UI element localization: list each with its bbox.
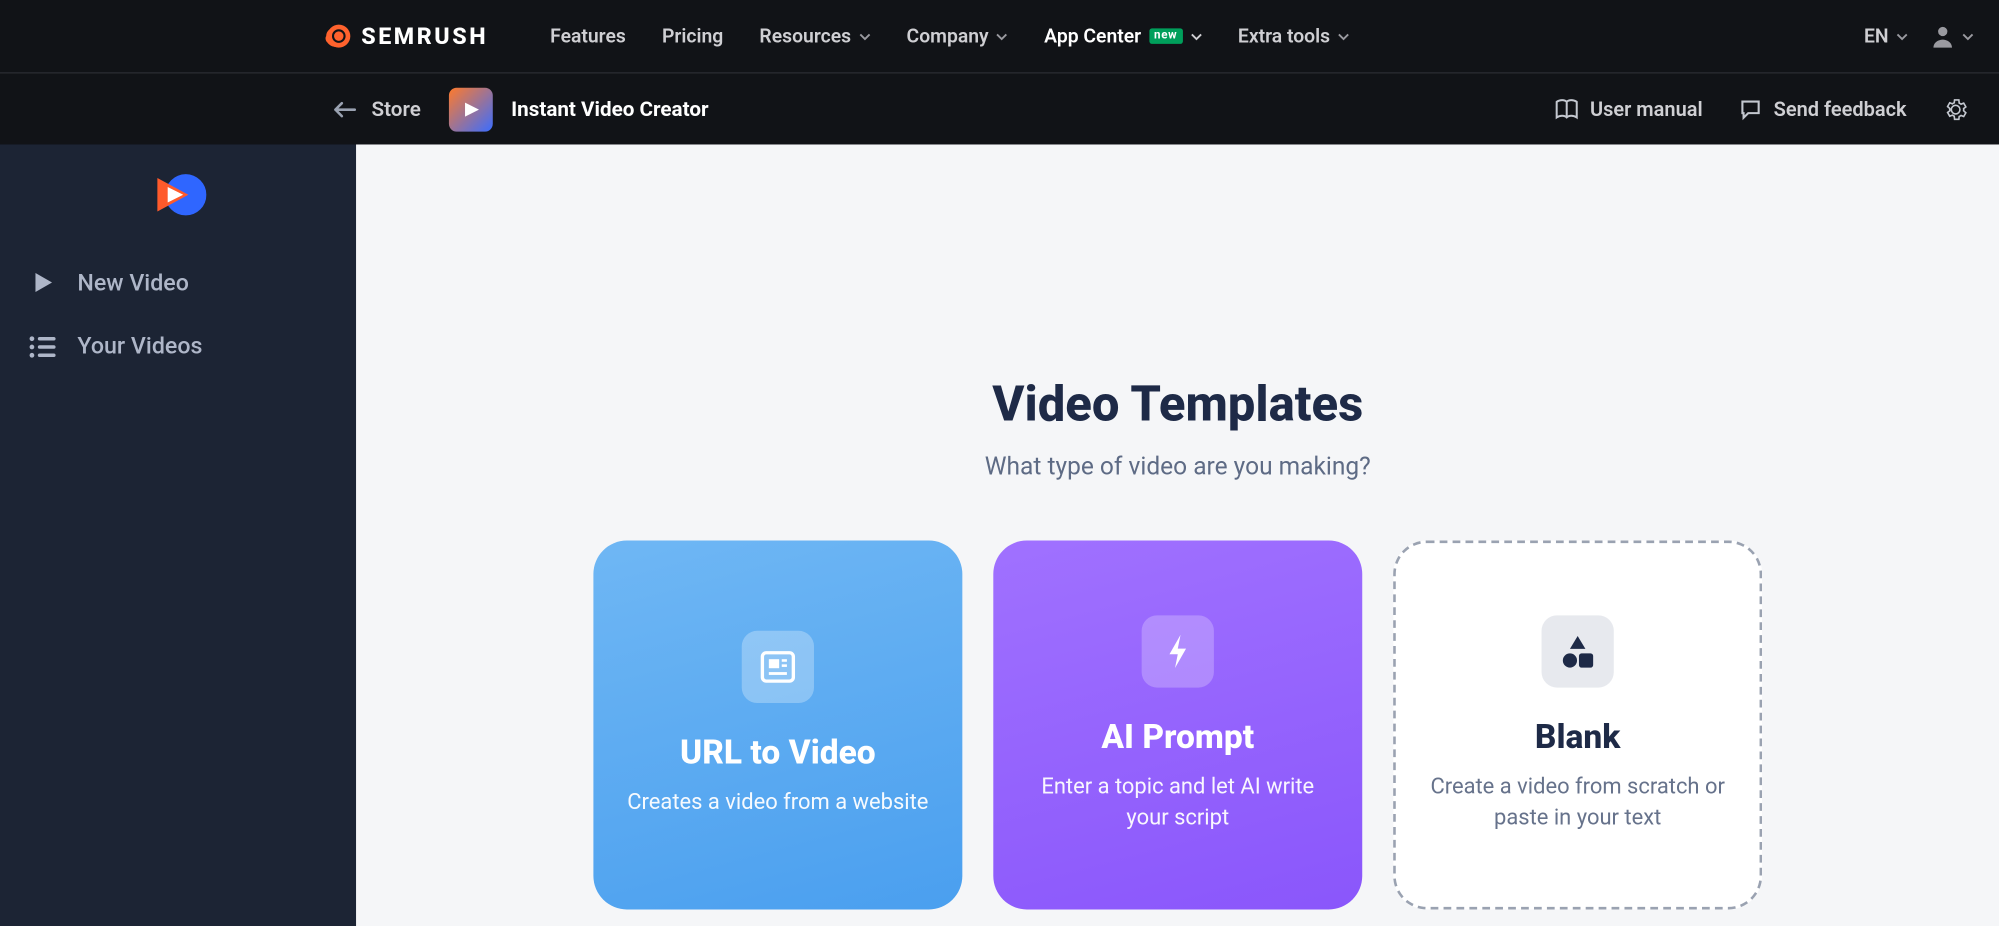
sidebar: New Video Your Videos [0, 144, 356, 926]
nav-app-center[interactable]: App Center new [1044, 25, 1202, 48]
template-cards: URL to Video Creates a video from a webs… [546, 541, 1810, 923]
top-nav: SEMRUSH Features Pricing Resources Compa… [0, 0, 1999, 74]
brand-text: SEMRUSH [361, 23, 488, 50]
chat-icon [1739, 97, 1762, 120]
app-icon [449, 87, 493, 131]
app-subbar: Store Instant Video Creator User manual … [0, 74, 1999, 145]
link-label: Send feedback [1774, 97, 1907, 120]
user-icon [1931, 25, 1954, 48]
chevron-down-icon [859, 30, 871, 42]
main-content: Video Templates What type of video are y… [356, 144, 1999, 926]
play-logo-icon [150, 170, 207, 219]
layout: New Video Your Videos Video Templates Wh… [0, 144, 1999, 926]
nav-features[interactable]: Features [550, 25, 626, 48]
fireball-icon [320, 19, 354, 53]
card-desc: Enter a topic and let AI write your scri… [1024, 773, 1331, 834]
new-badge: new [1149, 28, 1183, 43]
lightning-icon [1142, 616, 1214, 688]
nav-label: App Center [1044, 25, 1141, 48]
nav-extra-tools[interactable]: Extra tools [1238, 25, 1350, 48]
template-ai-prompt[interactable]: AI Prompt Enter a topic and let AI write… [993, 541, 1362, 910]
send-feedback-link[interactable]: Send feedback [1739, 97, 1907, 120]
nav-label: Pricing [662, 25, 723, 48]
brand-logo[interactable]: SEMRUSH [320, 19, 488, 53]
back-label: Store [372, 97, 421, 122]
chevron-down-icon [996, 30, 1008, 42]
language-selector[interactable]: EN [1864, 25, 1908, 48]
sidebar-item-label: Your Videos [77, 333, 202, 360]
nav-label: Resources [759, 25, 851, 48]
page-title: Video Templates [546, 377, 1810, 434]
app-title: Instant Video Creator [511, 97, 708, 122]
language-label: EN [1864, 25, 1889, 48]
nav-company[interactable]: Company [907, 25, 1008, 48]
nav-label: Extra tools [1238, 25, 1330, 48]
template-blank[interactable]: Blank Create a video from scratch or pas… [1393, 541, 1762, 910]
list-icon [28, 333, 56, 359]
gear-icon [1943, 96, 1969, 122]
nav-resources[interactable]: Resources [759, 25, 870, 48]
nav-links: Features Pricing Resources Company App C… [550, 25, 1349, 48]
chevron-down-icon [1962, 30, 1974, 42]
chevron-down-icon [1896, 30, 1908, 42]
back-to-store[interactable]: Store [333, 97, 421, 122]
top-nav-right: EN [1864, 25, 1974, 48]
card-title: URL to Video [680, 734, 876, 773]
newspaper-icon [742, 631, 814, 703]
arrow-left-icon [333, 100, 356, 118]
card-desc: Creates a video from a website [627, 788, 928, 819]
chevron-down-icon [1338, 30, 1350, 42]
template-url-to-video[interactable]: URL to Video Creates a video from a webs… [593, 541, 962, 910]
sidebar-item-new-video[interactable]: New Video [0, 250, 356, 314]
card-desc: Create a video from scratch or paste in … [1427, 773, 1729, 834]
card-title: Blank [1535, 719, 1620, 758]
subbar-right: User manual Send feedback [1554, 96, 1969, 122]
sidebar-item-label: New Video [77, 269, 189, 296]
user-menu[interactable] [1931, 25, 1974, 48]
shapes-icon [1542, 616, 1614, 688]
book-icon [1554, 97, 1579, 120]
sidebar-logo [0, 170, 356, 219]
user-manual-link[interactable]: User manual [1554, 97, 1703, 120]
chevron-down-icon [1190, 30, 1202, 42]
link-label: User manual [1590, 97, 1703, 120]
nav-pricing[interactable]: Pricing [662, 25, 723, 48]
page-subtitle: What type of video are you making? [546, 452, 1810, 482]
sidebar-item-your-videos[interactable]: Your Videos [0, 315, 356, 378]
settings-button[interactable] [1943, 96, 1969, 122]
card-title: AI Prompt [1101, 719, 1254, 758]
nav-label: Company [907, 25, 989, 48]
play-icon [28, 268, 56, 296]
nav-label: Features [550, 25, 626, 48]
